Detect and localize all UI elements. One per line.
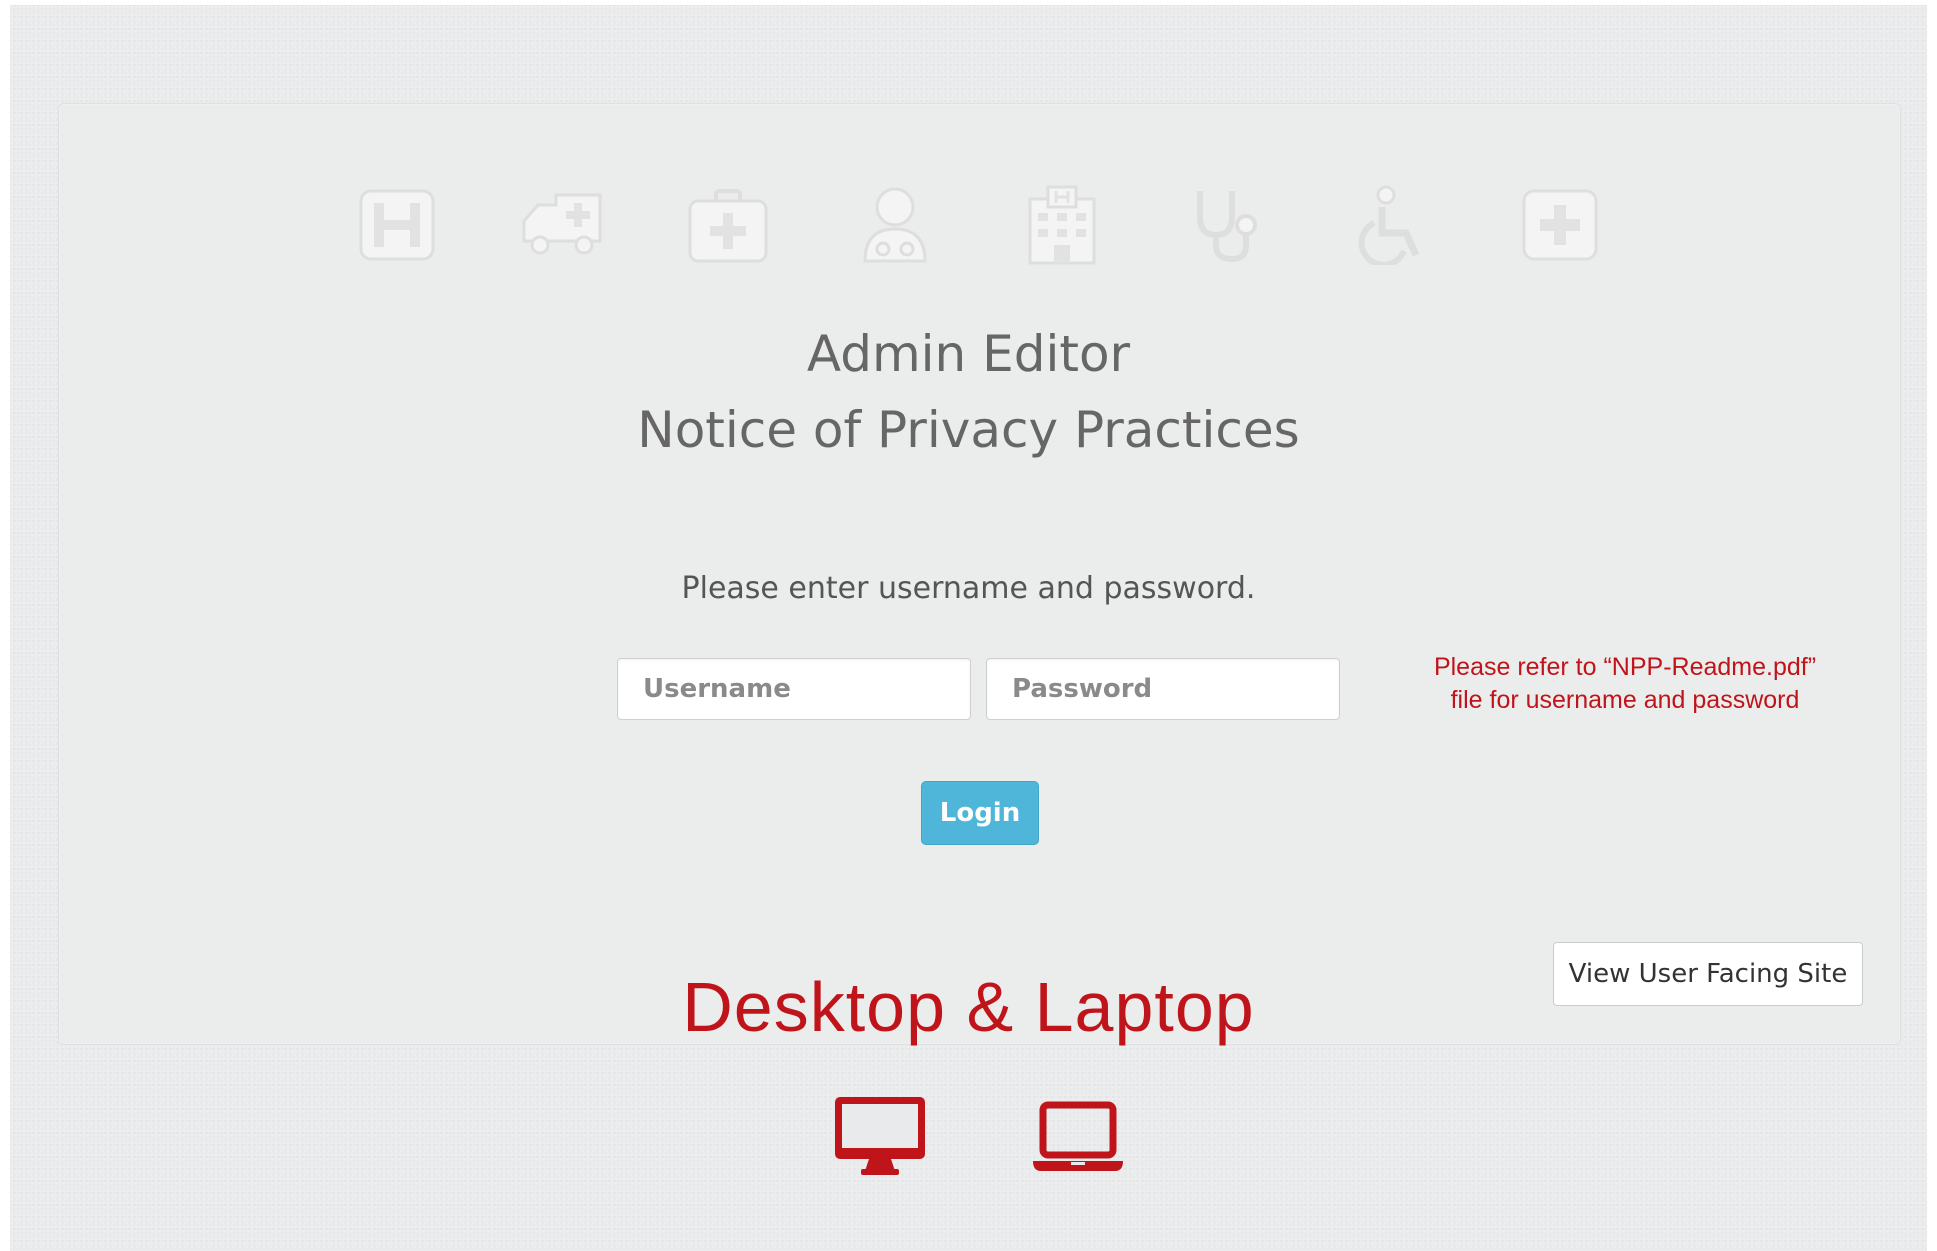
login-prompt: Please enter username and password. [681,571,1256,606]
password-input[interactable] [986,658,1340,720]
device-label: Desktop & Laptop [682,968,1255,1046]
credentials-note-line2: file for username and password [1450,686,1800,714]
username-input[interactable] [617,658,971,720]
plus-square-icon [1518,185,1602,265]
login-button[interactable]: Login [921,781,1039,845]
desktop-icon [833,1095,927,1177]
credentials-note-line1: Please refer to “NPP-Readme.pdf” [1433,653,1817,681]
wheelchair-icon [1352,185,1436,265]
page-subtitle: Notice of Privacy Practices [637,401,1300,459]
user-md-icon [853,185,937,265]
stethoscope-icon [1186,185,1270,265]
hospital-h-icon [355,185,439,265]
laptop-icon [1031,1095,1125,1177]
hospital-building-icon [1020,185,1104,265]
credentials-note: Please refer to “NPP-Readme.pdf” file fo… [1400,651,1850,717]
ambulance-icon [520,185,604,265]
page-title: Admin Editor [806,325,1131,383]
page-background: Admin Editor Notice of Privacy Practices… [10,5,1927,1251]
medkit-icon [686,185,770,265]
medical-icon-row [10,185,1927,265]
